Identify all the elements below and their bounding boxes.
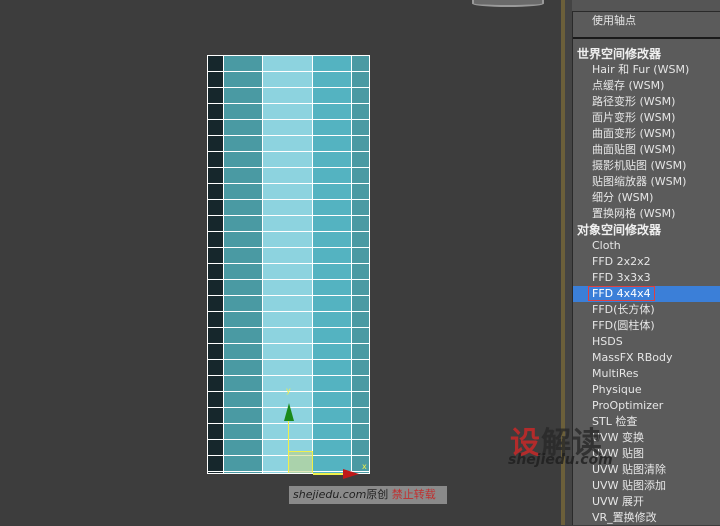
modifier-item[interactable]: 路径变形 (WSM) — [573, 94, 720, 110]
modifier-item[interactable]: 摄影机贴图 (WSM) — [573, 158, 720, 174]
mesh-column — [352, 56, 370, 473]
watermark-url: shejiedu.com — [508, 452, 613, 468]
y-axis-label: y — [286, 386, 291, 395]
viewport[interactable]: y x shejiedu.com原创 禁止转载 — [0, 0, 562, 525]
modifier-item[interactable]: 曲面贴图 (WSM) — [573, 142, 720, 158]
caption-site: shejiedu.com — [293, 488, 367, 501]
modifier-item[interactable]: UVW 展开 — [573, 494, 720, 510]
gizmo-ring — [472, 0, 544, 7]
modifier-item[interactable]: 贴图缩放器 (WSM) — [573, 174, 720, 190]
modifier-item[interactable]: MassFX RBody — [573, 350, 720, 366]
modifier-item[interactable]: UVW 贴图添加 — [573, 478, 720, 494]
group-header: 世界空间修改器 — [577, 47, 662, 61]
modifier-item[interactable]: Physique — [573, 382, 720, 398]
modifier-item[interactable]: FFD(长方体) — [573, 302, 720, 318]
caption-warning: 禁止转载 — [391, 488, 436, 501]
separator — [573, 37, 720, 39]
modifier-item[interactable]: FFD 2x2x2 — [573, 254, 720, 270]
caption-original: 原创 — [366, 488, 389, 501]
modifier-item[interactable]: 点缓存 (WSM) — [573, 78, 720, 94]
modifier-item[interactable]: 置换网格 (WSM) — [573, 206, 720, 222]
watermark-caption: shejiedu.com原创 禁止转载 — [289, 486, 447, 504]
arrow-up-icon[interactable] — [284, 403, 294, 421]
menu-item-use-pivot[interactable]: 使用轴点 — [573, 13, 720, 29]
gizmo-xy-plane[interactable] — [289, 451, 313, 473]
modifier-item[interactable]: 面片变形 (WSM) — [573, 110, 720, 126]
dropdown-top — [572, 0, 720, 12]
modifier-item[interactable]: FFD 4x4x4 — [573, 286, 720, 302]
modifier-item[interactable]: 细分 (WSM) — [573, 190, 720, 206]
modifier-item[interactable]: VR_置换修改 — [573, 510, 720, 526]
modifier-item[interactable]: FFD 3x3x3 — [573, 270, 720, 286]
modifier-item[interactable]: 曲面变形 (WSM) — [573, 126, 720, 142]
arrow-right-icon[interactable] — [343, 469, 359, 479]
modifier-item[interactable]: Hair 和 Fur (WSM) — [573, 62, 720, 78]
modifier-item[interactable]: FFD(圆柱体) — [573, 318, 720, 334]
gizmo-y-axis[interactable] — [288, 420, 289, 473]
modifier-item[interactable]: Cloth — [573, 238, 720, 254]
mesh-column — [312, 56, 353, 473]
modifier-item[interactable]: MultiRes — [573, 366, 720, 382]
mesh-column — [208, 56, 224, 473]
modifier-item[interactable]: HSDS — [573, 334, 720, 350]
x-axis-label: x — [362, 462, 367, 471]
mesh-column — [223, 56, 264, 473]
modifier-item[interactable]: ProOptimizer — [573, 398, 720, 414]
group-header: 对象空间修改器 — [577, 223, 662, 237]
selected-label: FFD 4x4x4 — [588, 286, 655, 301]
